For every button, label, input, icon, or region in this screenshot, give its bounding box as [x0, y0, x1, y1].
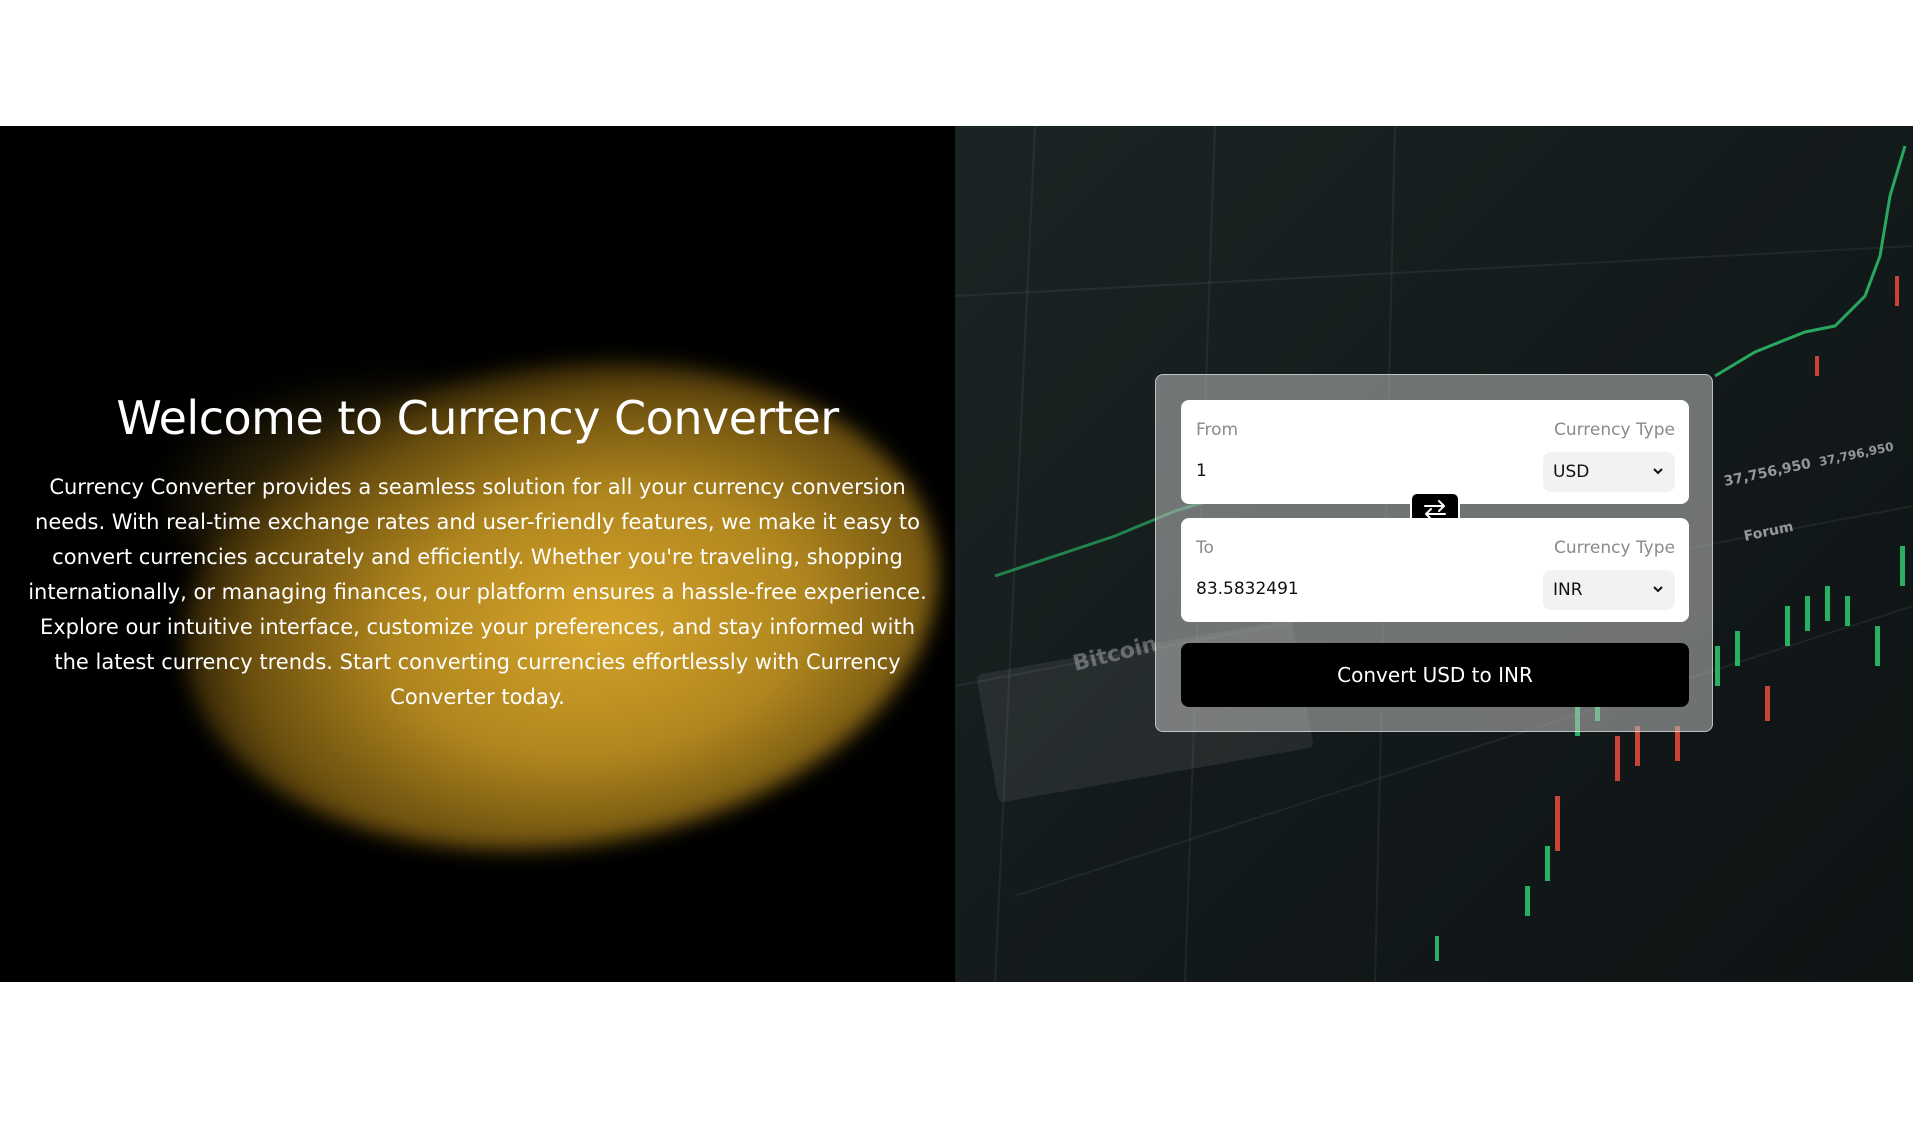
from-box: From Currency Type USD: [1181, 400, 1689, 504]
right-trend-line: [1714, 145, 1907, 378]
hero-text-block: Welcome to Currency Converter Currency C…: [0, 126, 955, 982]
to-currency-select[interactable]: INR: [1543, 570, 1675, 610]
page-title: Welcome to Currency Converter: [116, 391, 839, 446]
from-amount-input[interactable]: [1196, 456, 1496, 486]
to-box: To Currency Type INR: [1181, 518, 1689, 622]
from-label: From: [1196, 420, 1239, 440]
bg-price-label-2: 37,796,950: [1818, 439, 1895, 468]
convert-button[interactable]: Convert USD to INR: [1181, 643, 1689, 707]
chevron-down-icon: [1653, 586, 1663, 593]
from-currency-type-label: Currency Type: [1553, 420, 1675, 440]
bg-price-label-1: 37,756,950: [1723, 456, 1813, 490]
to-amount-input[interactable]: [1196, 574, 1496, 604]
from-currency-select[interactable]: USD: [1543, 452, 1675, 492]
to-currency-value: INR: [1553, 580, 1583, 600]
to-label: To: [1196, 538, 1214, 558]
hero-description: Currency Converter provides a seamless s…: [28, 474, 927, 709]
hero-left-panel: Welcome to Currency Converter Currency C…: [0, 126, 955, 982]
chevron-down-icon: [1653, 468, 1663, 475]
converter-card: From Currency Type USD To Currency Type …: [1155, 374, 1713, 732]
from-currency-value: USD: [1553, 462, 1590, 482]
bg-forum-label: Forum: [1743, 519, 1795, 545]
to-currency-type-label: Currency Type: [1553, 538, 1675, 558]
